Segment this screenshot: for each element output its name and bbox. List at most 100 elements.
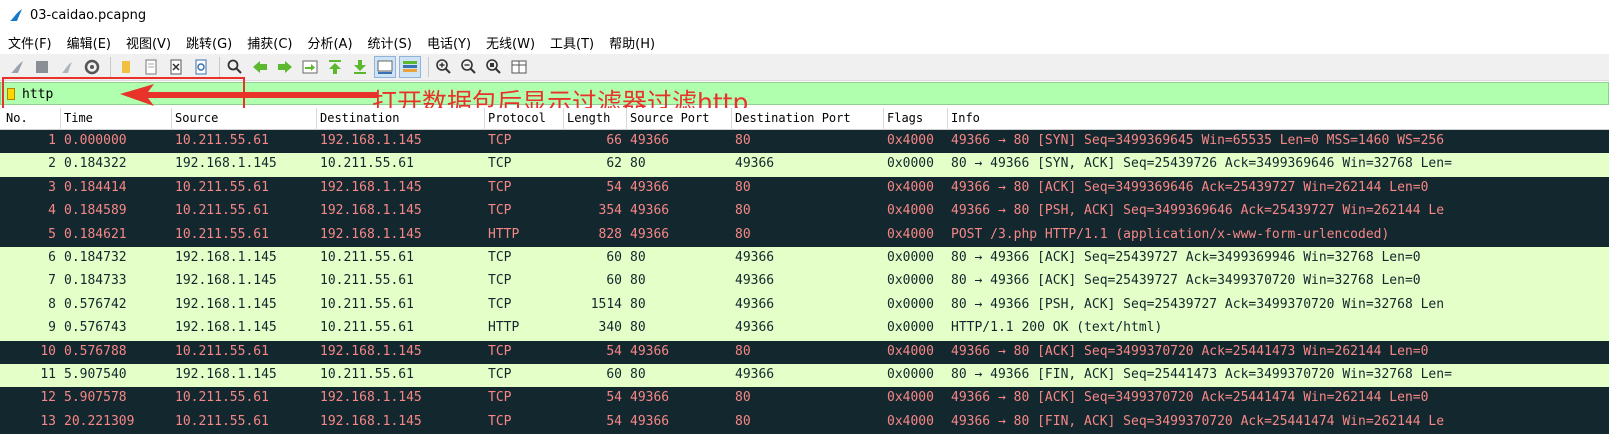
cell-proto: TCP — [488, 366, 512, 382]
shark-fin-start-icon[interactable] — [6, 56, 28, 78]
column-separator[interactable] — [316, 108, 317, 130]
menu-item-8[interactable]: 无线(W) — [482, 33, 539, 52]
menu-item-9[interactable]: 工具(T) — [546, 33, 598, 52]
column-separator[interactable] — [731, 108, 732, 130]
cell-src: 10.211.55.61 — [175, 179, 269, 195]
table-row[interactable]: 10 0.576788 10.211.55.61 192.168.1.145 TCP 54… — [0, 340, 1609, 364]
cell-proto: TCP — [488, 203, 512, 219]
cell-len: 1514 — [590, 296, 622, 312]
column-header-time[interactable]: Time — [64, 111, 93, 125]
cell-flags: 0x0000 — [887, 273, 934, 289]
cell-flags: 0x4000 — [887, 343, 934, 359]
cell-sport: 80 — [630, 249, 646, 265]
go-back-icon[interactable] — [249, 56, 271, 78]
menu-item-5[interactable]: 分析(A) — [303, 33, 356, 52]
column-header-flags[interactable]: Flags — [887, 111, 923, 125]
cell-dport: 80 — [735, 133, 751, 148]
menu-item-7[interactable]: 电话(Y) — [423, 33, 475, 52]
filter-bookmark-icon[interactable] — [7, 88, 15, 100]
cell-sport: 49366 — [630, 226, 670, 242]
cell-proto: TCP — [488, 133, 512, 148]
column-header-no[interactable]: No. — [6, 111, 28, 125]
cell-info: 49366 → 80 [ACK] Seq=3499369646 Ack=2543… — [951, 179, 1429, 195]
cell-src: 192.168.1.145 — [175, 156, 277, 172]
table-row[interactable]: 9 0.576743 192.168.1.145 10.211.55.61 HTTP 34… — [0, 317, 1609, 341]
go-forward-icon[interactable] — [274, 56, 296, 78]
cell-info: 80 → 49366 [FIN, ACK] Seq=25441473 Ack=3… — [951, 366, 1452, 382]
column-header-dst[interactable]: Destination — [320, 111, 399, 125]
menu-item-10[interactable]: 帮助(H) — [605, 33, 659, 52]
reload-icon[interactable] — [190, 56, 212, 78]
cell-flags: 0x4000 — [887, 390, 934, 406]
cell-no: 9 — [48, 320, 56, 336]
cell-info: 80 → 49366 [ACK] Seq=25439727 Ack=349936… — [951, 249, 1421, 265]
wireshark-logo-icon — [10, 9, 22, 21]
cell-sport: 80 — [630, 273, 646, 289]
toolbar-separator — [110, 57, 111, 77]
zoom-normal-icon[interactable] — [483, 56, 505, 78]
open-folder-icon[interactable] — [115, 56, 137, 78]
zoom-in-icon[interactable] — [433, 56, 455, 78]
cell-no: 3 — [48, 179, 56, 195]
cell-info: 49366 → 80 [ACK] Seq=3499370720 Ack=2544… — [951, 343, 1429, 359]
column-separator[interactable] — [626, 108, 627, 130]
colorize-icon[interactable] — [399, 56, 421, 78]
table-row[interactable]: 13 20.221309 10.211.55.61 192.168.1.145 TCP 5… — [0, 410, 1609, 435]
table-row[interactable]: 3 0.184414 10.211.55.61 192.168.1.145 TCP 54 4… — [0, 176, 1609, 201]
column-header-info[interactable]: Info — [951, 111, 980, 125]
find-icon[interactable] — [224, 56, 246, 78]
column-separator[interactable] — [484, 108, 485, 130]
cell-src: 10.211.55.61 — [175, 203, 269, 219]
cell-src: 10.211.55.61 — [175, 413, 269, 429]
column-header-len[interactable]: Length — [567, 111, 610, 125]
cell-info: 49366 → 80 [PSH, ACK] Seq=3499369646 Ack… — [951, 203, 1445, 219]
menu-item-1[interactable]: 编辑(E) — [63, 33, 115, 52]
table-row[interactable]: 7 0.184733 192.168.1.145 10.211.55.61 TCP 60 8… — [0, 270, 1609, 294]
column-separator[interactable] — [947, 108, 948, 130]
column-separator[interactable] — [883, 108, 884, 130]
cell-flags: 0x4000 — [887, 413, 934, 429]
column-header-sport[interactable]: Source Port — [630, 111, 709, 125]
column-separator[interactable] — [60, 108, 61, 130]
menu-item-0[interactable]: 文件(F) — [4, 33, 56, 52]
menu-item-4[interactable]: 捕获(C) — [243, 33, 296, 52]
cell-sport: 49366 — [630, 203, 670, 219]
go-to-packet-icon[interactable] — [299, 56, 321, 78]
table-row[interactable]: 11 5.907540 192.168.1.145 10.211.55.61 TCP 60… — [0, 363, 1609, 388]
table-row[interactable]: 1 0.000000 10.211.55.61 192.168.1.145 TCP 66 4… — [0, 130, 1609, 154]
go-last-icon[interactable] — [349, 56, 371, 78]
menu-item-2[interactable]: 视图(V) — [122, 33, 175, 52]
table-row[interactable]: 8 0.576742 192.168.1.145 10.211.55.61 TCP 151… — [0, 293, 1609, 318]
go-first-icon[interactable] — [324, 56, 346, 78]
cell-proto: TCP — [488, 249, 512, 265]
cell-proto: TCP — [488, 296, 512, 312]
column-separator[interactable] — [563, 108, 564, 130]
zoom-out-icon[interactable] — [458, 56, 480, 78]
cell-info: POST /3.php HTTP/1.1 (application/x-www-… — [951, 226, 1390, 242]
save-file-icon[interactable] — [140, 56, 162, 78]
autoscroll-icon[interactable] — [374, 56, 396, 78]
table-row[interactable]: 4 0.184589 10.211.55.61 192.168.1.145 TCP 354… — [0, 200, 1609, 224]
column-separator[interactable] — [171, 108, 172, 130]
column-header-proto[interactable]: Protocol — [488, 111, 546, 125]
table-row[interactable]: 5 0.184621 10.211.55.61 192.168.1.145 HTTP 82… — [0, 223, 1609, 247]
menu-item-3[interactable]: 跳转(G) — [182, 33, 236, 52]
cell-time: 0.184414 — [64, 179, 127, 195]
cell-time: 0.576743 — [64, 320, 127, 336]
cell-sport: 80 — [630, 296, 646, 312]
options-gear-icon[interactable] — [81, 56, 103, 78]
cell-dport: 80 — [735, 413, 751, 429]
table-row[interactable]: 12 5.907578 10.211.55.61 192.168.1.145 TCP 54… — [0, 387, 1609, 411]
cell-dst: 10.211.55.61 — [320, 366, 414, 382]
resize-columns-icon[interactable] — [508, 56, 530, 78]
stop-icon[interactable] — [31, 56, 53, 78]
cell-src: 10.211.55.61 — [175, 343, 269, 359]
column-header-src[interactable]: Source — [175, 111, 218, 125]
close-file-icon[interactable] — [165, 56, 187, 78]
menu-item-6[interactable]: 统计(S) — [364, 33, 416, 52]
column-header-dport[interactable]: Destination Port — [735, 111, 851, 125]
table-row[interactable]: 2 0.184322 192.168.1.145 10.211.55.61 TCP 62 8… — [0, 153, 1609, 177]
restart-icon[interactable] — [56, 56, 78, 78]
table-row[interactable]: 6 0.184732 192.168.1.145 10.211.55.61 TCP 60 8… — [0, 246, 1609, 271]
cell-flags: 0x4000 — [887, 226, 934, 242]
